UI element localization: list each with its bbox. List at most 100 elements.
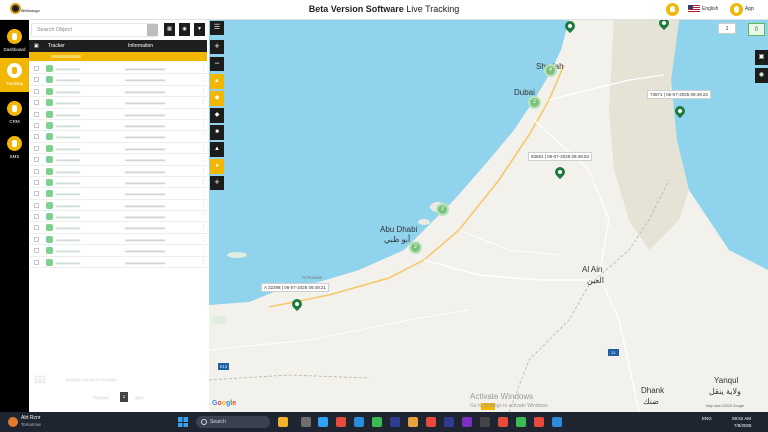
table-row[interactable]: ▬▬▬▬▬▬ ▬▬▬▬▬▬▬▬▬▬ ⋮ <box>29 257 207 269</box>
add-marker-button[interactable]: + <box>210 176 224 190</box>
clock-time[interactable]: 09:52 AM <box>732 416 751 421</box>
table-row[interactable]: ▬▬▬▬▬▬ ▬▬▬▬▬▬▬▬▬▬ ⋮ <box>29 63 207 75</box>
row-checkbox[interactable] <box>34 134 39 140</box>
table-row[interactable]: ▬▬▬▬▬▬ ▬▬▬▬▬▬▬▬▬▬ ⋮ <box>29 120 207 132</box>
online-count-badge[interactable]: 0 <box>748 23 765 36</box>
search-button[interactable] <box>147 24 158 36</box>
vehicle-marker[interactable] <box>562 20 578 35</box>
more-options-icon[interactable]: ⋮ <box>201 88 206 94</box>
more-options-icon[interactable]: ⋮ <box>201 145 206 151</box>
marker-cluster[interactable]: 2 <box>436 203 449 216</box>
nav-crm[interactable]: CRM <box>0 96 29 130</box>
weather-subtitle[interactable]: Tomorrow <box>21 422 41 427</box>
traffic-icon[interactable]: ■ <box>210 125 224 140</box>
more-options-icon[interactable]: ⋮ <box>201 213 206 219</box>
table-row[interactable]: ▬▬▬▬▬▬ ▬▬▬▬▬▬▬▬▬▬ ⋮ <box>29 97 207 109</box>
table-row[interactable]: ▬▬▬▬▬▬ ▬▬▬▬▬▬▬▬▬▬ ⋮ <box>29 143 207 155</box>
row-checkbox[interactable] <box>34 122 39 128</box>
car-icon[interactable]: ▲ <box>210 74 224 89</box>
row-checkbox[interactable] <box>34 179 39 185</box>
table-row[interactable]: ▬▬▬▬▬▬ ▬▬▬▬▬▬▬▬▬▬ ⋮ <box>29 154 207 166</box>
table-row[interactable]: ▬▬▬▬▬▬ ▬▬▬▬▬▬▬▬▬▬ ⋮ <box>29 188 207 200</box>
grid-view-icon[interactable]: ▦ <box>164 23 175 36</box>
file-explorer-icon[interactable] <box>278 417 288 427</box>
row-checkbox[interactable] <box>34 191 39 197</box>
more-options-icon[interactable]: ⋮ <box>201 236 206 242</box>
vehicle-marker[interactable] <box>552 164 568 181</box>
row-checkbox[interactable] <box>34 100 39 106</box>
table-row[interactable]: ▬▬▬▬▬▬ ▬▬▬▬▬▬▬▬▬▬ ⋮ <box>29 234 207 246</box>
more-options-icon[interactable]: ⋮ <box>201 111 206 117</box>
taskbar-search[interactable]: Search <box>196 416 270 428</box>
more-options-icon[interactable]: ⋮ <box>201 76 206 82</box>
more-options-icon[interactable]: ⋮ <box>201 122 206 128</box>
marker-cluster[interactable]: 2 <box>409 241 422 254</box>
chrome-icon[interactable] <box>372 417 382 427</box>
more-options-icon[interactable]: ⋮ <box>201 65 206 71</box>
marker-cluster[interactable]: 2 <box>528 96 541 109</box>
more-options-icon[interactable]: ⋮ <box>201 156 206 162</box>
row-checkbox[interactable] <box>34 236 39 242</box>
layers-menu-icon[interactable]: ☰ <box>210 21 224 35</box>
search-input[interactable]: Search Object <box>31 23 157 37</box>
store-icon[interactable] <box>354 417 364 427</box>
after-effects-icon[interactable] <box>462 417 472 427</box>
prev-page-button[interactable]: Previous <box>93 395 109 400</box>
us-flag-icon[interactable] <box>688 5 700 13</box>
more-options-icon[interactable]: ⋮ <box>201 179 206 185</box>
poi-icon[interactable]: ● <box>210 159 224 174</box>
nav-sms[interactable]: SMS <box>0 131 29 165</box>
row-checkbox[interactable] <box>34 66 39 71</box>
windows-start-icon[interactable] <box>178 417 188 427</box>
table-row[interactable]: ▬▬▬▬▬▬ ▬▬▬▬▬▬▬▬▬▬ ⋮ <box>29 131 207 143</box>
marker-cluster[interactable]: 4 <box>544 64 557 77</box>
filter-icon[interactable]: ▼ <box>194 23 205 36</box>
layers-icon[interactable]: ▣ <box>755 50 768 65</box>
table-row[interactable]: ▬▬▬▬▬▬ ▬▬▬▬▬▬▬▬▬▬ ⋮ <box>29 200 207 212</box>
more-options-icon[interactable]: ⋮ <box>201 190 206 196</box>
group-select[interactable]: 1 <box>718 23 736 34</box>
weather-title[interactable]: Alrt Rcnr <box>21 415 40 421</box>
row-checkbox[interactable] <box>34 214 39 220</box>
language-indicator[interactable]: ENG <box>702 416 712 421</box>
camera-icon[interactable]: ▲ <box>210 142 224 157</box>
table-row[interactable]: ▬▬▬▬▬▬ ▬▬▬▬▬▬▬▬▬▬ ⋮ <box>29 109 207 120</box>
table-row[interactable]: ▬▬▬▬▬▬ ▬▬▬▬▬▬▬▬▬▬ ⋮ <box>29 86 207 98</box>
folder-icon[interactable] <box>408 417 418 427</box>
row-checkbox[interactable] <box>34 168 39 174</box>
table-row[interactable]: ▬▬▬▬▬▬ ▬▬▬▬▬▬▬▬▬▬ ⋮ <box>29 74 207 86</box>
table-row[interactable]: ▬▬▬▬▬▬ ▬▬▬▬▬▬▬▬▬▬ ⋮ <box>29 166 207 177</box>
page-size-select[interactable]: 10 <box>35 376 45 383</box>
table-row[interactable]: ▬▬▬▬▬▬ ▬▬▬▬▬▬▬▬▬▬ ⋮ <box>29 211 207 223</box>
more-options-icon[interactable]: ⋮ <box>201 99 206 105</box>
column-tracker[interactable]: Tracker <box>48 43 65 49</box>
more-options-icon[interactable]: ⋮ <box>201 259 206 265</box>
language-selector[interactable]: English <box>702 6 718 12</box>
more-options-icon[interactable]: ⋮ <box>201 168 206 174</box>
more-options-icon[interactable]: ⋮ <box>201 202 206 208</box>
route-icon[interactable]: ◆ <box>210 108 224 123</box>
zoom-out-button[interactable]: − <box>210 57 224 71</box>
app-icon-2[interactable] <box>534 417 544 427</box>
chrome-profile-icon[interactable] <box>516 417 526 427</box>
zoom-in-button[interactable]: + <box>210 40 224 54</box>
nav-tracking[interactable]: Tracking <box>0 58 29 92</box>
row-checkbox[interactable] <box>34 202 39 208</box>
task-view-icon[interactable] <box>301 417 311 427</box>
notification-bell-icon[interactable] <box>666 3 679 16</box>
clock-date[interactable]: 7/9/2025 <box>734 423 752 428</box>
current-page-button[interactable]: 1 <box>120 392 128 402</box>
vehicle-marker[interactable] <box>656 20 672 32</box>
row-checkbox[interactable] <box>34 259 39 265</box>
next-page-button[interactable]: Next <box>135 395 143 400</box>
selected-tracker-row[interactable] <box>29 52 207 61</box>
row-checkbox[interactable] <box>34 157 39 163</box>
app-icon[interactable] <box>498 417 508 427</box>
office-icon[interactable] <box>336 417 346 427</box>
map-canvas[interactable] <box>209 20 768 412</box>
row-checkbox[interactable] <box>34 77 39 83</box>
table-row[interactable]: ▬▬▬▬▬▬ ▬▬▬▬▬▬▬▬▬▬ ⋮ <box>29 245 207 257</box>
app-icon-3[interactable] <box>552 417 562 427</box>
premiere-icon[interactable] <box>444 417 454 427</box>
select-all-checkbox[interactable]: ▣ <box>34 43 39 49</box>
